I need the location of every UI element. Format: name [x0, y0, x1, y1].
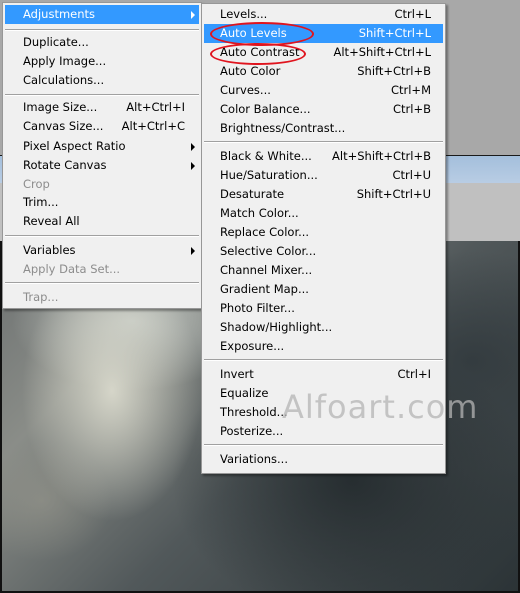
image-menu: Adjustments Duplicate... Apply Image... … — [2, 2, 202, 309]
menu-item-label: Channel Mixer... — [220, 263, 313, 277]
menu-item-label: Reveal All — [23, 214, 80, 228]
menu-item-label: Variables — [23, 243, 76, 257]
menu-separator — [204, 141, 443, 143]
menu-item-label: Photo Filter... — [220, 301, 295, 315]
menu-item-replace-color[interactable]: Replace Color... — [204, 223, 443, 242]
menu-item-exposure[interactable]: Exposure... — [204, 337, 443, 356]
menu-item-label: Threshold... — [220, 405, 288, 419]
menu-item-shortcut: Alt+Shift+Ctrl+B — [332, 149, 431, 163]
menu-item-shortcut: Ctrl+M — [390, 83, 431, 97]
menu-item-shortcut: Alt+Ctrl+I — [126, 100, 185, 114]
menu-item-label: Color Balance... — [220, 102, 311, 116]
menu-item-label: Match Color... — [220, 206, 299, 220]
menu-item-label: Shadow/Highlight... — [220, 320, 333, 334]
menu-item-selective-color[interactable]: Selective Color... — [204, 242, 443, 261]
menu-item-label: Auto Contrast — [220, 45, 300, 59]
menu-item-label: Invert — [220, 367, 254, 381]
menu-item-label: Equalize — [220, 386, 269, 400]
menu-item-image-size[interactable]: Image Size... Alt+Ctrl+I — [5, 98, 199, 117]
menu-item-label: Desaturate — [220, 187, 285, 201]
menu-item-label: Posterize... — [220, 424, 284, 438]
menu-item-shortcut: Shift+Ctrl+L — [358, 26, 431, 40]
menu-item-apply-image[interactable]: Apply Image... — [5, 52, 199, 71]
menu-item-reveal-all[interactable]: Reveal All — [5, 212, 199, 231]
menu-item-shortcut: Shift+Ctrl+U — [356, 187, 431, 201]
menu-separator — [204, 359, 443, 361]
menu-item-label: Rotate Canvas — [23, 158, 107, 172]
menu-item-shortcut: Alt+Ctrl+C — [121, 119, 185, 133]
menu-item-label: Black & White... — [220, 149, 312, 163]
menu-item-label: Exposure... — [220, 339, 285, 353]
menu-item-label: Apply Data Set... — [23, 262, 121, 276]
menu-item-shadow-highlight[interactable]: Shadow/Highlight... — [204, 318, 443, 337]
menu-item-label: Pixel Aspect Ratio — [23, 139, 126, 153]
menu-item-desaturate[interactable]: Desaturate Shift+Ctrl+U — [204, 185, 443, 204]
menu-item-label: Trap... — [23, 290, 59, 304]
menu-item-match-color[interactable]: Match Color... — [204, 204, 443, 223]
menu-item-pixel-aspect-ratio[interactable]: Pixel Aspect Ratio — [5, 137, 199, 156]
menu-item-shortcut: Ctrl+L — [394, 7, 431, 21]
menu-item-shortcut: Ctrl+I — [397, 367, 432, 381]
menu-item-auto-contrast[interactable]: Auto Contrast Alt+Shift+Ctrl+L — [204, 43, 443, 62]
menu-separator — [204, 444, 443, 446]
menu-item-shortcut: Ctrl+B — [393, 102, 431, 116]
menu-item-apply-data-set: Apply Data Set... — [5, 260, 199, 279]
menu-item-auto-color[interactable]: Auto Color Shift+Ctrl+B — [204, 62, 443, 81]
menu-item-brightness-contrast[interactable]: Brightness/Contrast... — [204, 119, 443, 138]
menu-item-gradient-map[interactable]: Gradient Map... — [204, 280, 443, 299]
submenu-arrow-icon — [191, 143, 195, 151]
menu-item-label: Replace Color... — [220, 225, 310, 239]
menu-item-hue-saturation[interactable]: Hue/Saturation... Ctrl+U — [204, 166, 443, 185]
menu-item-auto-levels[interactable]: Auto Levels Shift+Ctrl+L — [204, 24, 443, 43]
submenu-arrow-icon — [191, 11, 195, 19]
menu-item-channel-mixer[interactable]: Channel Mixer... — [204, 261, 443, 280]
menu-item-invert[interactable]: Invert Ctrl+I — [204, 365, 443, 384]
menu-item-variations[interactable]: Variations... — [204, 450, 443, 469]
menu-item-trap: Trap... — [5, 288, 199, 307]
watermark: Alfoart.com — [282, 388, 479, 426]
menu-separator — [5, 235, 199, 237]
submenu-arrow-icon — [191, 247, 195, 255]
menu-item-rotate-canvas[interactable]: Rotate Canvas — [5, 156, 199, 175]
menu-item-crop: Crop — [5, 175, 199, 194]
menu-item-variables[interactable]: Variables — [5, 241, 199, 260]
menu-item-shortcut: Alt+Shift+Ctrl+L — [333, 45, 432, 59]
menu-item-label: Duplicate... — [23, 35, 89, 49]
menu-item-label: Curves... — [220, 83, 271, 97]
menu-item-label: Selective Color... — [220, 244, 317, 258]
menu-item-label: Hue/Saturation... — [220, 168, 318, 182]
menu-item-black-white[interactable]: Black & White... Alt+Shift+Ctrl+B — [204, 147, 443, 166]
menu-separator — [5, 94, 199, 96]
menu-item-duplicate[interactable]: Duplicate... — [5, 33, 199, 52]
submenu-arrow-icon — [191, 162, 195, 170]
menu-separator — [5, 282, 199, 284]
menu-item-label: Apply Image... — [23, 54, 107, 68]
menu-item-label: Crop — [23, 177, 50, 191]
menu-item-trim[interactable]: Trim... — [5, 193, 199, 212]
menu-item-label: Auto Levels — [220, 26, 287, 40]
menu-item-photo-filter[interactable]: Photo Filter... — [204, 299, 443, 318]
menu-item-levels[interactable]: Levels... Ctrl+L — [204, 5, 443, 24]
menu-item-label: Variations... — [220, 452, 288, 466]
menu-item-label: Canvas Size... — [23, 119, 104, 133]
menu-item-label: Calculations... — [23, 73, 105, 87]
menu-item-calculations[interactable]: Calculations... — [5, 71, 199, 90]
menu-item-label: Gradient Map... — [220, 282, 309, 296]
menu-separator — [5, 29, 199, 31]
menu-item-curves[interactable]: Curves... Ctrl+M — [204, 81, 443, 100]
menu-item-shortcut: Ctrl+U — [392, 168, 431, 182]
menu-item-color-balance[interactable]: Color Balance... Ctrl+B — [204, 100, 443, 119]
menu-item-canvas-size[interactable]: Canvas Size... Alt+Ctrl+C — [5, 117, 199, 136]
menu-item-shortcut: Shift+Ctrl+B — [357, 64, 431, 78]
menu-item-label: Adjustments — [23, 7, 96, 21]
menu-item-label: Trim... — [23, 195, 59, 209]
menu-item-adjustments[interactable]: Adjustments — [5, 5, 199, 24]
menu-item-label: Levels... — [220, 7, 268, 21]
menu-item-label: Auto Color — [220, 64, 281, 78]
menu-item-label: Brightness/Contrast... — [220, 121, 346, 135]
menu-item-label: Image Size... — [23, 100, 98, 114]
